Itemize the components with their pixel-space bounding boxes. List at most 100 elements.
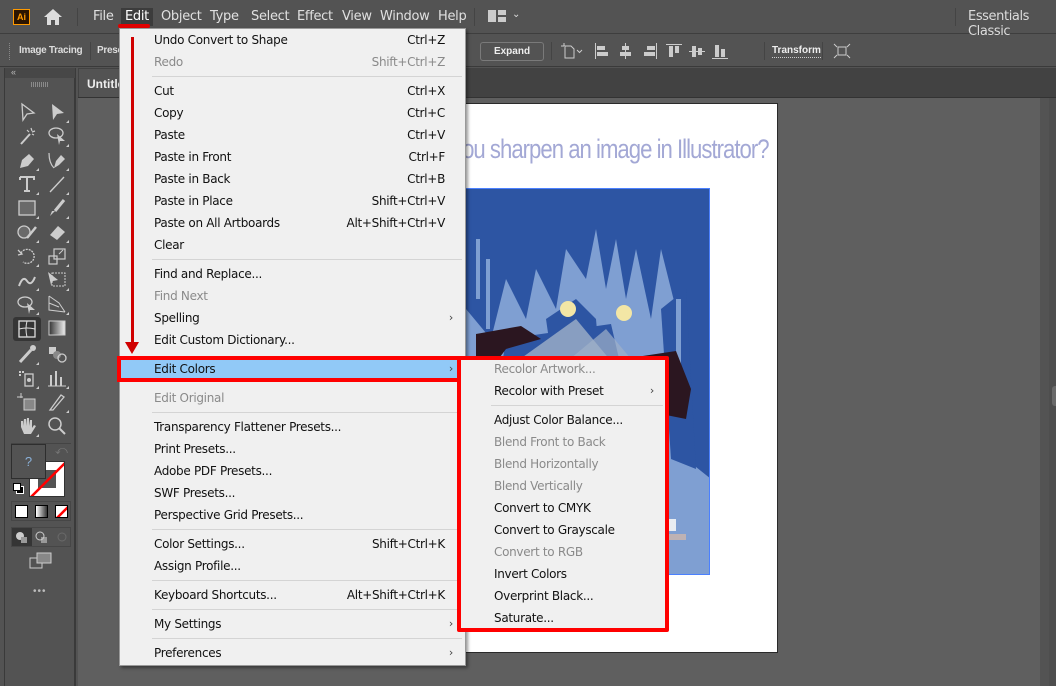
submenu-arrow-icon: › bbox=[448, 617, 453, 630]
default-fill-stroke-icon[interactable] bbox=[13, 483, 25, 495]
annotation-arrow bbox=[131, 37, 134, 347]
selection-tool-icon[interactable] bbox=[15, 101, 39, 123]
tools-panel-header: « bbox=[5, 67, 75, 78]
menu-item-paste-in-place[interactable]: Paste in Place Shift+Ctrl+V bbox=[120, 190, 465, 212]
home-icon[interactable] bbox=[43, 8, 63, 26]
menu-item-color-settings[interactable]: Color Settings... Shift+Ctrl+K bbox=[120, 533, 465, 555]
column-graph-tool-icon[interactable] bbox=[45, 367, 69, 389]
transform-link[interactable]: Transform bbox=[772, 45, 821, 58]
type-tool-icon[interactable] bbox=[15, 173, 39, 195]
menu-item-spelling[interactable]: Spelling › bbox=[120, 307, 465, 329]
draw-behind-icon[interactable] bbox=[32, 528, 52, 546]
align-horizontal-center-icon[interactable] bbox=[617, 43, 635, 59]
none-mode-button[interactable] bbox=[55, 505, 68, 518]
shaper-tool-icon[interactable] bbox=[15, 221, 39, 243]
hand-tool-icon[interactable] bbox=[15, 415, 39, 437]
menu-item-keyboard-shortcuts[interactable]: Keyboard Shortcuts... Alt+Shift+Ctrl+K bbox=[120, 584, 465, 606]
rotate-tool-icon[interactable] bbox=[15, 245, 39, 267]
perspective-grid-tool-icon[interactable] bbox=[45, 293, 69, 315]
mesh-tool-icon[interactable] bbox=[13, 317, 41, 341]
magic-wand-tool-icon[interactable] bbox=[15, 125, 39, 147]
draw-normal-icon[interactable] bbox=[12, 528, 32, 546]
eyedropper-tool-icon[interactable] bbox=[15, 343, 39, 365]
blend-tool-icon[interactable] bbox=[45, 343, 69, 365]
warp-tool-icon[interactable] bbox=[15, 269, 39, 291]
gradient-mode-button[interactable] bbox=[35, 505, 48, 518]
direct-selection-tool-icon[interactable] bbox=[45, 101, 69, 123]
edit-toolbar-icon[interactable]: ••• bbox=[33, 586, 47, 597]
menu-item-undo[interactable]: Undo Convert to Shape Ctrl+Z bbox=[120, 29, 465, 51]
menu-item-copy[interactable]: Copy Ctrl+C bbox=[120, 102, 465, 124]
zoom-tool-icon[interactable] bbox=[45, 415, 69, 437]
menu-item-preferences[interactable]: Preferences › bbox=[120, 642, 465, 664]
lasso-tool-icon[interactable] bbox=[45, 125, 69, 147]
free-transform-tool-icon[interactable] bbox=[45, 269, 69, 291]
menu-file[interactable]: File bbox=[89, 8, 118, 26]
eraser-tool-icon[interactable] bbox=[45, 221, 69, 243]
menu-item-find-next[interactable]: Find Next bbox=[120, 285, 465, 307]
line-segment-tool-icon[interactable] bbox=[45, 173, 69, 195]
menu-select[interactable]: Select bbox=[247, 8, 293, 26]
align-bottom-icon[interactable] bbox=[712, 43, 730, 59]
menu-item-print-presets[interactable]: Print Presets... bbox=[120, 438, 465, 460]
align-vertical-center-icon[interactable] bbox=[689, 43, 707, 59]
menu-item-my-settings[interactable]: My Settings › bbox=[120, 613, 465, 635]
unknown-fill-label: ? bbox=[24, 454, 33, 469]
arrange-documents-icon[interactable] bbox=[488, 10, 506, 22]
curvature-tool-icon[interactable] bbox=[45, 149, 69, 171]
rectangle-tool-icon[interactable] bbox=[15, 197, 39, 219]
slice-tool-icon[interactable] bbox=[45, 391, 69, 413]
menu-item-perspective-grid-presets[interactable]: Perspective Grid Presets... bbox=[120, 504, 465, 526]
menu-item-label: Assign Profile... bbox=[154, 559, 241, 573]
menu-window[interactable]: Window bbox=[376, 8, 433, 26]
fill-swatch[interactable]: ? bbox=[11, 444, 46, 479]
menu-object[interactable]: Object bbox=[157, 8, 206, 26]
align-top-icon[interactable] bbox=[666, 43, 684, 59]
menu-separator bbox=[152, 638, 462, 639]
menu-item-paste-in-front[interactable]: Paste in Front Ctrl+F bbox=[120, 146, 465, 168]
symbol-sprayer-tool-icon[interactable] bbox=[15, 367, 39, 389]
image-tracing-button[interactable]: Image Tracing bbox=[19, 45, 83, 56]
menu-item-swf-presets[interactable]: SWF Presets... bbox=[120, 482, 465, 504]
menu-item-shortcut: Shift+Ctrl+Z bbox=[371, 55, 446, 69]
menu-item-assign-profile[interactable]: Assign Profile... bbox=[120, 555, 465, 577]
gradient-tool-icon[interactable] bbox=[45, 317, 69, 339]
align-to-icon[interactable] bbox=[561, 43, 585, 59]
divider bbox=[77, 8, 78, 26]
menu-item-edit-original[interactable]: Edit Original bbox=[120, 387, 465, 409]
align-left-icon[interactable] bbox=[594, 43, 612, 59]
menu-view[interactable]: View bbox=[338, 8, 376, 26]
menu-item-paste-on-all-artboards[interactable]: Paste on All Artboards Alt+Shift+Ctrl+V bbox=[120, 212, 465, 234]
color-mode-button[interactable] bbox=[15, 505, 28, 518]
expand-button[interactable]: Expand bbox=[480, 42, 544, 61]
menu-item-cut[interactable]: Cut Ctrl+X bbox=[120, 80, 465, 102]
panel-grip-icon[interactable] bbox=[31, 82, 49, 87]
menu-effect[interactable]: Effect bbox=[293, 8, 337, 26]
menu-item-redo[interactable]: Redo Shift+Ctrl+Z bbox=[120, 51, 465, 73]
pen-tool-icon[interactable] bbox=[15, 149, 39, 171]
menu-item-adobe-pdf-presets[interactable]: Adobe PDF Presets... bbox=[120, 460, 465, 482]
paintbrush-tool-icon[interactable] bbox=[45, 197, 69, 219]
swap-fill-stroke-icon[interactable]: ⤺ bbox=[55, 443, 68, 458]
grip-handle[interactable] bbox=[9, 43, 12, 60]
menu-item-edit-custom-dictionary[interactable]: Edit Custom Dictionary... bbox=[120, 329, 465, 351]
menu-item-transparency-flattener-presets[interactable]: Transparency Flattener Presets... bbox=[120, 416, 465, 438]
panel-handle[interactable] bbox=[1052, 386, 1056, 406]
menu-help[interactable]: Help bbox=[434, 8, 470, 26]
menu-type[interactable]: Type bbox=[206, 8, 243, 26]
submenu-arrow-icon: › bbox=[448, 646, 453, 659]
draw-inside-icon[interactable] bbox=[52, 528, 72, 546]
isolate-object-icon[interactable] bbox=[833, 43, 851, 59]
chevron-down-icon[interactable]: ⌄ bbox=[512, 9, 520, 20]
document-tab[interactable]: Untitle bbox=[79, 69, 124, 97]
menu-item-find-and-replace[interactable]: Find and Replace... bbox=[120, 263, 465, 285]
change-screen-mode-icon[interactable] bbox=[29, 552, 53, 570]
menu-item-paste[interactable]: Paste Ctrl+V bbox=[120, 124, 465, 146]
menu-item-clear[interactable]: Clear bbox=[120, 234, 465, 256]
align-right-icon[interactable] bbox=[640, 43, 658, 59]
collapse-panel-icon[interactable]: « bbox=[11, 67, 16, 77]
scale-tool-icon[interactable] bbox=[45, 245, 69, 267]
shape-builder-tool-icon[interactable] bbox=[15, 293, 39, 315]
menu-item-paste-in-back[interactable]: Paste in Back Ctrl+B bbox=[120, 168, 465, 190]
artboard-tool-icon[interactable] bbox=[15, 391, 39, 413]
